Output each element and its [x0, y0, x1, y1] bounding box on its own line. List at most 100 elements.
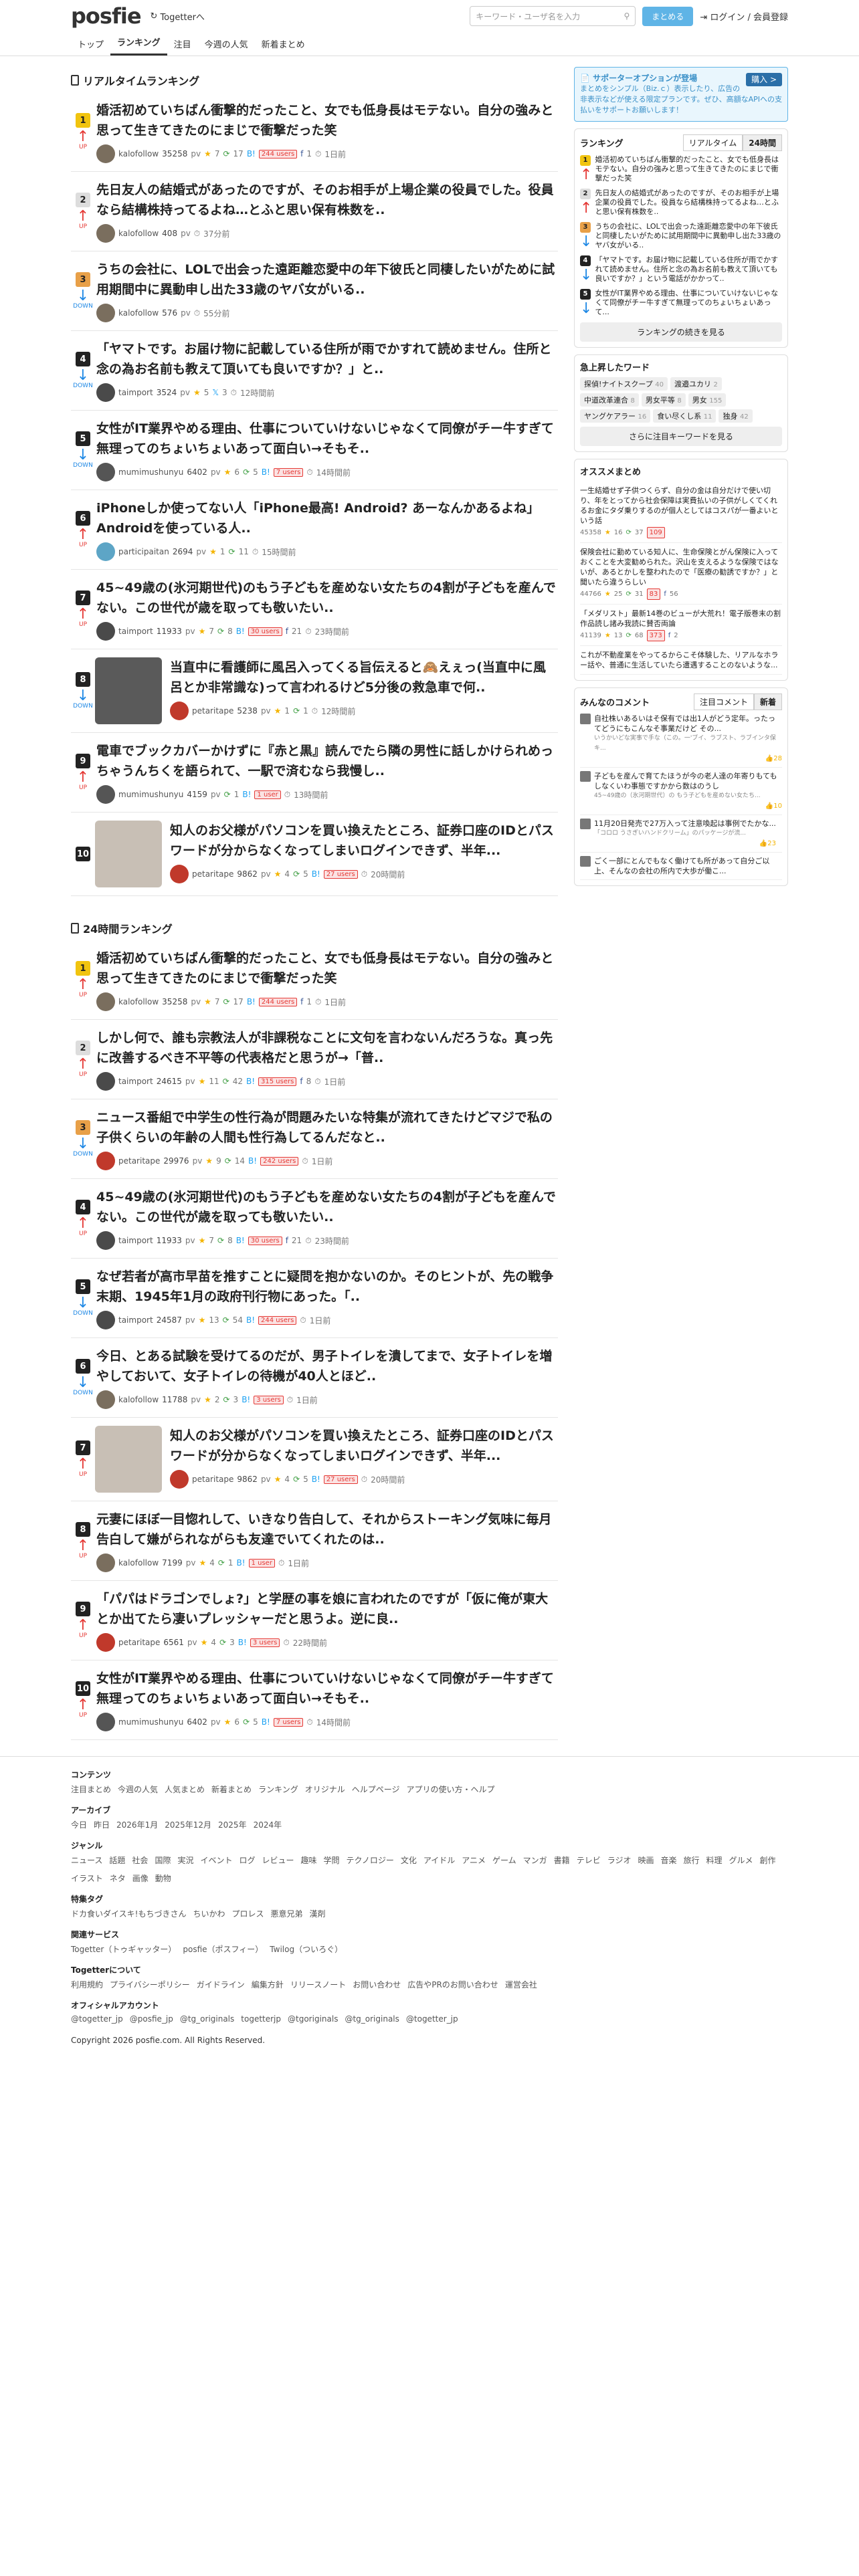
- search-input[interactable]: キーワード・ユーザ名を入力 ⚲: [470, 6, 636, 26]
- footer-tag-link[interactable]: ちいかわ: [193, 1908, 225, 1919]
- recommended-item[interactable]: 保険会社に勤めている知人に、生命保険とがん保険に入っておくことを大変勧められた。…: [580, 543, 782, 605]
- author-name[interactable]: taimport: [118, 1236, 153, 1245]
- footer-tag-link[interactable]: 悪意兄弟: [270, 1908, 302, 1919]
- ranking-title[interactable]: 知人のお父様がパソコンを買い換えたところ、証券口座のIDとパスワードが分からなく…: [170, 1426, 558, 1466]
- login-link[interactable]: ⇥ ログイン / 会員登録: [700, 10, 788, 23]
- ranking-title[interactable]: 女性がIT業界やめる理由、仕事についていけないじゃなくて同僚がチー牛すぎて無理っ…: [96, 1669, 558, 1709]
- footer-tag-link[interactable]: プロレス: [231, 1908, 264, 1919]
- footer-link[interactable]: 人気まとめ: [165, 1784, 205, 1795]
- search-icon[interactable]: ⚲: [624, 11, 630, 21]
- footer-social-link[interactable]: @posfie_jp: [130, 2014, 173, 2024]
- footer-link[interactable]: 新着まとめ: [211, 1784, 252, 1795]
- avatar[interactable]: [96, 144, 115, 163]
- hatena-users[interactable]: 315 users: [258, 1077, 297, 1086]
- footer-genre-link[interactable]: 書籍: [554, 1854, 570, 1866]
- tab-new-comments[interactable]: 新着: [753, 693, 782, 710]
- avatar[interactable]: [96, 542, 115, 561]
- footer-about-link[interactable]: お問い合わせ: [353, 1979, 401, 1990]
- footer-genre-link[interactable]: 旅行: [684, 1854, 700, 1866]
- logo[interactable]: posfie: [71, 3, 142, 29]
- nav-weekly[interactable]: 今週の人気: [198, 37, 255, 56]
- avatar[interactable]: [96, 1311, 115, 1329]
- ranking-row[interactable]: 3 ↓ DOWN ニュース番組で中学生の性行為が問題みたいな特集が流れてきたけどマジで…: [71, 1099, 558, 1179]
- footer-social-link[interactable]: @tgoriginals: [288, 2014, 338, 2024]
- avatar[interactable]: [96, 1553, 115, 1572]
- author-name[interactable]: petaritape: [192, 1475, 233, 1484]
- ranking-title[interactable]: 婚活初めていちばん衝撃的だったこと、女でも低身長はモテない。自分の強みと思って生…: [96, 948, 558, 988]
- avatar[interactable]: [170, 865, 189, 883]
- footer-service-link[interactable]: Togetter（トゥギャッター）: [71, 1943, 176, 1955]
- hatena-users[interactable]: 7 users: [273, 467, 304, 477]
- author-name[interactable]: participaitan: [118, 547, 169, 556]
- footer-about-link[interactable]: 編集方針: [252, 1979, 284, 1990]
- ranking-row[interactable]: 6 ↑ UP iPhoneしか使ってない人「iPhone最高! Android? あー…: [71, 490, 558, 570]
- ranking-row[interactable]: 5 ↓ DOWN なぜ若者が高市早苗を推すことに疑問を抱かないのか。そのヒントが、先の…: [71, 1259, 558, 1338]
- support-buy-button[interactable]: 購入 >: [746, 73, 782, 86]
- nav-new[interactable]: 新着まとめ: [255, 37, 312, 56]
- avatar[interactable]: [96, 1713, 115, 1731]
- avatar[interactable]: [96, 785, 115, 804]
- footer-genre-link[interactable]: 学問: [324, 1854, 340, 1866]
- keyword-chip[interactable]: 男女 155: [688, 393, 727, 407]
- keyword-chip[interactable]: 男女平等 8: [641, 393, 686, 407]
- footer-genre-link[interactable]: アニメ: [462, 1854, 486, 1866]
- hatena-users[interactable]: 1 user: [254, 790, 281, 799]
- tab-24h[interactable]: 24時間: [743, 134, 782, 151]
- ranking-title[interactable]: うちの会社に、LOLで出会った遠距離恋愛中の年下彼氏と同棲したいがために試用期間…: [96, 259, 558, 300]
- tab-realtime[interactable]: リアルタイム: [682, 134, 743, 151]
- avatar[interactable]: [96, 304, 115, 322]
- ranking-row[interactable]: 6 ↓ DOWN 今日、とある試験を受けてるのだが、男子トイレを潰してまで、女子トイレ…: [71, 1338, 558, 1418]
- keywords-more-button[interactable]: さらに注目キーワードを見る: [580, 427, 782, 446]
- tab-featured-comments[interactable]: 注目コメント: [693, 693, 754, 710]
- footer-service-link[interactable]: posfie（ポスフィー）: [183, 1943, 263, 1955]
- author-name[interactable]: mumimushunyu: [118, 790, 183, 799]
- footer-tag-link[interactable]: 漢剤: [310, 1908, 326, 1919]
- ranking-row[interactable]: 2 ↑ UP しかし何で、誰も宗教法人が非課税なことに文句を言わないんだろうな。真っ先…: [71, 1020, 558, 1099]
- footer-link[interactable]: 2025年12月: [165, 1819, 211, 1830]
- footer-genre-link[interactable]: 社会: [132, 1854, 148, 1866]
- footer-link[interactable]: 2026年1月: [116, 1819, 158, 1830]
- footer-link[interactable]: 今日: [71, 1819, 87, 1830]
- ranking-title[interactable]: 当直中に看護師に風呂入ってくる旨伝えると🙈えぇっ(当直中に風呂とか非常識な)って…: [170, 657, 558, 697]
- hatena-users[interactable]: 244 users: [258, 997, 298, 1006]
- author-name[interactable]: kalofollow: [118, 149, 159, 158]
- author-name[interactable]: mumimushunyu: [118, 467, 183, 477]
- footer-genre-link[interactable]: 創作: [760, 1854, 776, 1866]
- footer-genre-link[interactable]: イラスト: [71, 1872, 103, 1884]
- nav-top[interactable]: トップ: [71, 37, 110, 56]
- ranking-row[interactable]: 7 ↑ UP 45~49歳の(氷河期世代)のもう子どもを産めない女たちの4割が子どもを…: [71, 570, 558, 649]
- ranking-title[interactable]: なぜ若者が高市早苗を推すことに疑問を抱かないのか。そのヒントが、先の戦争末期、1…: [96, 1267, 558, 1307]
- author-name[interactable]: kalofollow: [118, 308, 159, 318]
- recommended-item[interactable]: これが不動産業をやってるからこそ体験した、リアルなホラー話や、普通に生活していた…: [580, 646, 782, 675]
- footer-link[interactable]: 2025年: [218, 1819, 247, 1830]
- ranking-row[interactable]: 8 ↓ DOWN 当直中に看護師に風呂入ってくる旨伝えると🙈えぇっ(当直中に風呂とか非…: [71, 649, 558, 733]
- keyword-chip[interactable]: 中道改革連合 8: [580, 393, 639, 407]
- author-name[interactable]: mumimushunyu: [118, 1717, 183, 1727]
- hatena-users[interactable]: 244 users: [258, 1315, 297, 1325]
- ranking-title[interactable]: 先日友人の結婚式があったのですが、そのお相手が上場企業の役員でした。役員なら結構…: [96, 180, 558, 220]
- ranking-row[interactable]: 8 ↑ UP 元妻にほぼ一目惚れして、いきなり告白して、それからストーキング気味に毎月…: [71, 1501, 558, 1581]
- author-name[interactable]: kalofollow: [118, 1395, 159, 1404]
- footer-link[interactable]: オリジナル: [305, 1784, 345, 1795]
- footer-genre-link[interactable]: テクノロジー: [347, 1854, 394, 1866]
- footer-link[interactable]: 今週の人気: [118, 1784, 158, 1795]
- author-name[interactable]: taimport: [118, 1315, 153, 1325]
- footer-genre-link[interactable]: 動物: [155, 1872, 171, 1884]
- ranking-row[interactable]: 2 ↑ UP 先日友人の結婚式があったのですが、そのお相手が上場企業の役員でした。役員…: [71, 172, 558, 251]
- avatar[interactable]: [96, 383, 115, 402]
- footer-about-link[interactable]: ガイドライン: [197, 1979, 245, 1990]
- author-name[interactable]: taimport: [118, 1077, 153, 1086]
- side-ranking-item[interactable]: 5 ↓ 女性がIT業界やめる理由、仕事についていけないじゃなくて同僚がチー牛すぎて無…: [580, 289, 782, 318]
- nav-featured[interactable]: 注目: [167, 37, 198, 56]
- ranking-row[interactable]: 9 ↑ UP 電車でブックカバーかけずに『赤と黒』読んでたら隣の男性に話しかけられめっ…: [71, 733, 558, 813]
- footer-link[interactable]: ヘルプページ: [352, 1784, 400, 1795]
- thumbnail-image[interactable]: [95, 821, 162, 887]
- ranking-row[interactable]: 4 ↓ DOWN 「ヤマトです。お届け物に記載している住所が雨でかすれて読めません。住…: [71, 331, 558, 411]
- ranking-row[interactable]: 1 ↑ UP 婚活初めていちばん衝撃的だったこと、女でも低身長はモテない。自分の強みと…: [71, 92, 558, 172]
- thumbnail-image[interactable]: [95, 657, 162, 724]
- avatar[interactable]: [96, 1072, 115, 1091]
- matome-button[interactable]: まとめる: [642, 6, 694, 26]
- comment-item[interactable]: ごく一部にとんでもなく働けても所があって自分ご以上、そんなの会社の所内で大歩が働…: [580, 853, 782, 880]
- author-name[interactable]: petaritape: [192, 869, 233, 879]
- author-name[interactable]: kalofollow: [118, 229, 159, 238]
